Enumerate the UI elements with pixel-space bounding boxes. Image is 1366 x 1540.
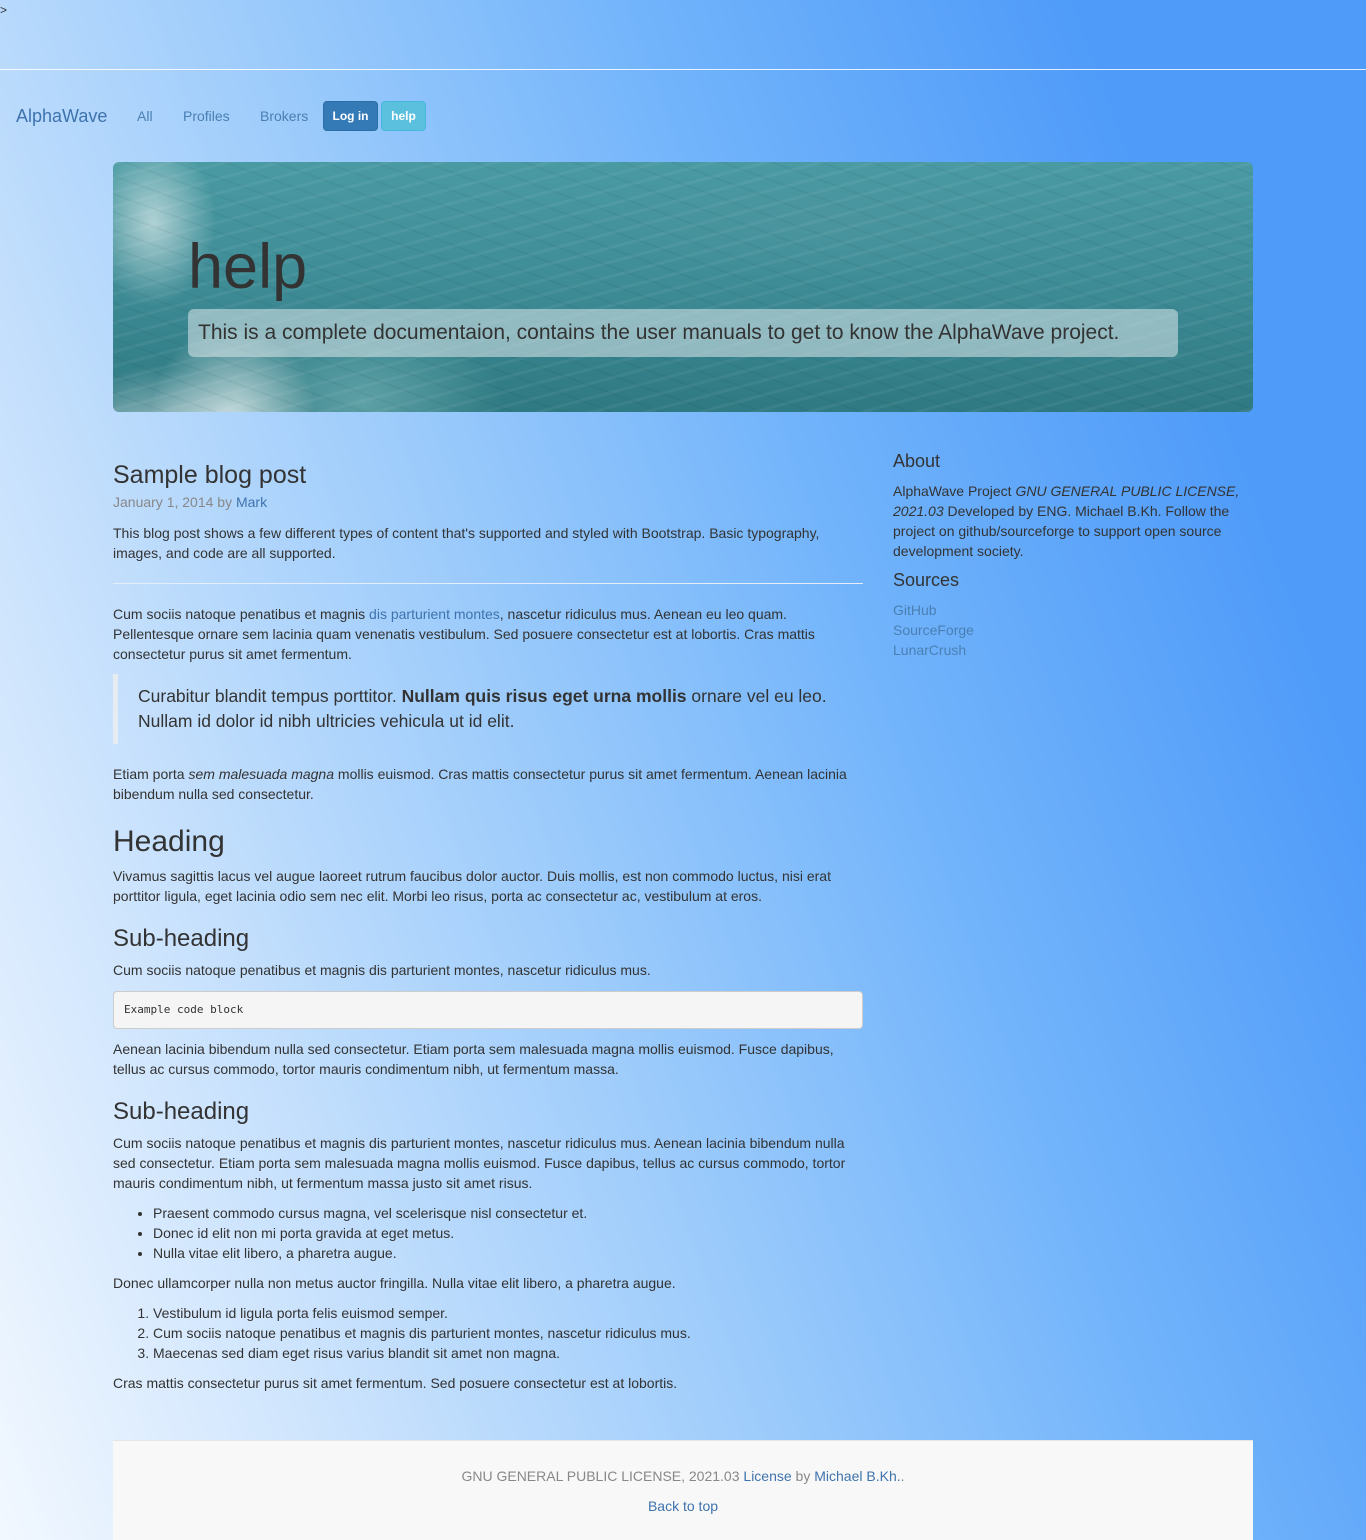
source-link-lunarcrush[interactable]: LunarCrush [893, 640, 1253, 660]
list-item: Nulla vitae elit libero, a pharetra augu… [153, 1243, 863, 1263]
post-paragraph: Cras mattis consectetur purus sit amet f… [113, 1375, 678, 1391]
nav-link-brokers[interactable]: Brokers [260, 108, 308, 124]
post-divider [113, 583, 863, 584]
text-span: AlphaWave Project [893, 483, 1016, 499]
text-span: Curabitur blandit tempus porttitor. [138, 686, 402, 706]
brand-link[interactable]: AlphaWave [16, 105, 107, 127]
sub-heading-text: Cum sociis natoque penatibus et magnis d… [113, 962, 651, 978]
list-item: Donec id elit non mi porta gravida at eg… [153, 1223, 863, 1243]
post-author-link[interactable]: Mark [236, 494, 267, 510]
code-block: Example code block [113, 991, 863, 1029]
hero-title: help [188, 232, 308, 302]
text-span: Cum sociis natoque penatibus et magnis [113, 606, 370, 622]
top-divider [0, 69, 1366, 70]
list-item: Praesent commodo cursus magna, vel scele… [153, 1203, 863, 1223]
hero-banner: help This is a complete documentaion, co… [113, 162, 1253, 412]
sources-list: GitHub SourceForge LunarCrush [893, 600, 1253, 660]
sub-heading-text: Cum sociis natoque penatibus et magnis d… [113, 1135, 846, 1191]
list-item: Vestibulum id ligula porta felis euismod… [153, 1303, 863, 1323]
nav-link-all[interactable]: All [137, 108, 153, 124]
license-link[interactable]: License [743, 1468, 791, 1484]
source-link-sourceforge[interactable]: SourceForge [893, 620, 1253, 640]
text-span: Developed by ENG. Michael B.Kh. Follow t… [893, 503, 1230, 559]
hero-lead: This is a complete documentaion, contain… [188, 309, 1178, 357]
text-span: by [791, 1468, 815, 1484]
about-title: About [893, 451, 941, 471]
help-button[interactable]: help [381, 101, 426, 131]
nav-link-profiles[interactable]: Profiles [183, 108, 230, 124]
section-text: Vivamus sagittis lacus vel augue laoreet… [113, 868, 831, 904]
blog-main: Sample blog post January 1, 2014 by Mark… [113, 455, 863, 1393]
author-link[interactable]: Michael B.Kh. [814, 1468, 900, 1484]
text-emphasis: sem malesuada magna [188, 766, 335, 782]
post-title: Sample blog post [113, 461, 307, 489]
sub-heading: Sub-heading [113, 925, 250, 952]
text-span: Etiam porta [113, 766, 189, 782]
list-item: Maecenas sed diam eget risus varius blan… [153, 1343, 863, 1363]
back-to-top-link[interactable]: Back to top [648, 1498, 718, 1514]
back-to-top-line: Back to top [113, 1496, 1253, 1516]
about-text: AlphaWave Project GNU GENERAL PUBLIC LIC… [893, 481, 1253, 561]
section-heading: Heading [113, 825, 225, 858]
post-paragraph: Aenean lacinia bibendum nulla sed consec… [113, 1041, 834, 1077]
blockquote: Curabitur blandit tempus porttitor. Null… [113, 674, 863, 744]
stray-text: > [0, 3, 8, 17]
text-span: GNU GENERAL PUBLIC LICENSE, 2021.03 [461, 1468, 744, 1484]
login-button[interactable]: Log in [323, 101, 378, 131]
footer-license-line: GNU GENERAL PUBLIC LICENSE, 2021.03 Lice… [113, 1466, 1253, 1486]
post-intro: This blog post shows a few different typ… [113, 525, 820, 561]
source-link-github[interactable]: GitHub [893, 600, 1253, 620]
quote-bold: Nullam quis risus eget urna mollis [401, 686, 687, 706]
post-meta: January 1, 2014 by Mark [113, 492, 863, 512]
numbered-list: Vestibulum id ligula porta felis euismod… [113, 1303, 863, 1363]
inline-link[interactable]: dis parturient montes [369, 606, 500, 622]
sources-title: Sources [893, 570, 960, 590]
text-span: . [900, 1468, 905, 1484]
post-paragraph: Cum sociis natoque penatibus et magnis d… [113, 604, 863, 664]
bullet-list: Praesent commodo cursus magna, vel scele… [113, 1203, 863, 1263]
footer: GNU GENERAL PUBLIC LICENSE, 2021.03 Lice… [113, 1440, 1253, 1540]
sub-heading: Sub-heading [113, 1098, 250, 1125]
post-paragraph: Etiam porta sem malesuada magna mollis e… [113, 764, 863, 804]
post-paragraph: Donec ullamcorper nulla non metus auctor… [113, 1275, 676, 1291]
post-date: January 1, 2014 by [113, 494, 236, 510]
sidebar: About AlphaWave Project GNU GENERAL PUBL… [893, 450, 1253, 660]
navbar: AlphaWave All Profiles Brokers Log in he… [0, 100, 1366, 132]
list-item: Cum sociis natoque penatibus et magnis d… [153, 1323, 863, 1343]
